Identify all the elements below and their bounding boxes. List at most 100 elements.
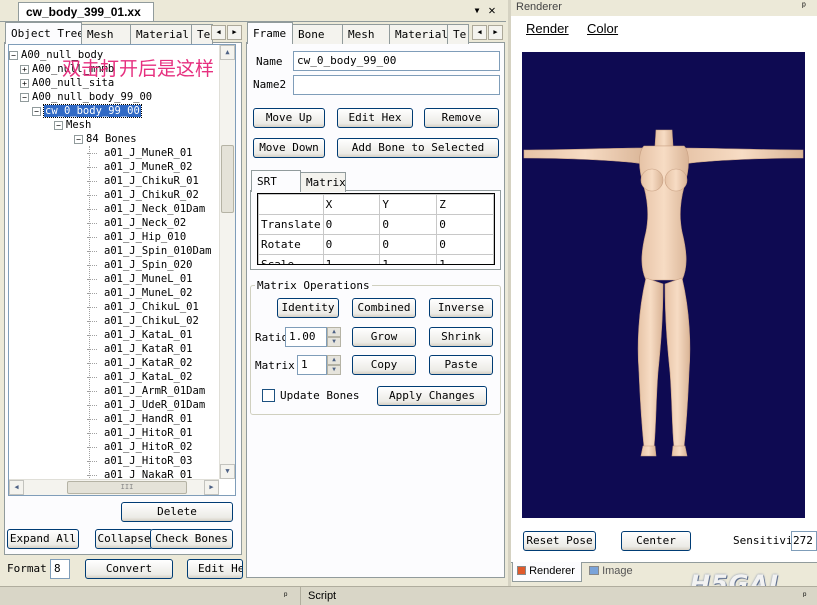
tree-item[interactable]: a01_J_Spin_020 bbox=[104, 258, 193, 272]
name2-input[interactable] bbox=[293, 75, 500, 95]
update-bones-checkbox[interactable] bbox=[262, 389, 275, 402]
ratio-input[interactable]: 1.00 bbox=[285, 327, 327, 347]
tree-item[interactable]: a01_J_MuneL_01 bbox=[104, 272, 193, 286]
expand-all-button[interactable]: Expand All bbox=[7, 529, 79, 549]
convert-button[interactable]: Convert bbox=[85, 559, 173, 579]
render-viewport[interactable] bbox=[522, 52, 805, 518]
copy-button[interactable]: Copy bbox=[352, 355, 416, 375]
tree-item-selected[interactable]: cw_0_body_99_00 bbox=[43, 104, 142, 118]
tree-item[interactable]: a01_J_UdeR_01Dam bbox=[104, 398, 205, 412]
delete-button[interactable]: Delete bbox=[121, 502, 233, 522]
tree-item[interactable]: a01_J_Neck_02 bbox=[104, 216, 186, 230]
identity-button[interactable]: Identity bbox=[277, 298, 339, 318]
ratio-spinner[interactable]: ▲ ▼ bbox=[327, 327, 341, 347]
srt-grid[interactable]: X Y Z Translate 0 0 0 Rotate 0 0 0 Scale… bbox=[257, 193, 495, 265]
menu-render[interactable]: Render bbox=[526, 21, 569, 36]
check-bones-button[interactable]: Check Bones bbox=[150, 529, 233, 549]
object-tree[interactable]: − A00_null_body + A00_null_mnmb + A00_null_si… bbox=[8, 44, 236, 496]
grid-cell[interactable]: 0 bbox=[322, 234, 381, 255]
tab-bone[interactable]: Bone bbox=[292, 24, 343, 44]
tree-expander-icon[interactable]: − bbox=[32, 107, 41, 116]
tree-expander-icon[interactable]: − bbox=[74, 135, 83, 144]
edit-hex-button[interactable]: Edit Hex bbox=[337, 108, 413, 128]
tree-item[interactable]: a01_J_Neck_01Dam bbox=[104, 202, 205, 216]
tree-item[interactable]: a01_J_KataL_01 bbox=[104, 328, 193, 342]
tree-item[interactable]: A00_null_body_99_00 bbox=[32, 90, 152, 104]
close-icon[interactable]: ✕ bbox=[485, 4, 499, 16]
tree-expander-icon[interactable]: − bbox=[54, 121, 63, 130]
matrix-num-input[interactable]: 1 bbox=[297, 355, 327, 375]
add-bone-button[interactable]: Add Bone to Selected bbox=[337, 138, 499, 158]
inverse-button[interactable]: Inverse bbox=[429, 298, 493, 318]
tree-item[interactable]: a01_J_ChikuR_02 bbox=[104, 188, 199, 202]
spin-down-icon[interactable]: ▼ bbox=[327, 337, 341, 347]
script-panel[interactable]: Script bbox=[300, 587, 506, 605]
tree-item[interactable]: a01_J_KataR_01 bbox=[104, 342, 193, 356]
grid-cell[interactable]: 1 bbox=[322, 254, 381, 264]
tab-object-tree[interactable]: Object Tree bbox=[5, 22, 82, 44]
tab-scroll-right-icon[interactable]: ▶ bbox=[227, 25, 242, 40]
scroll-thumb[interactable] bbox=[221, 145, 234, 213]
tree-item[interactable]: a01_J_KataR_02 bbox=[104, 356, 193, 370]
dropdown-icon[interactable]: ▼ bbox=[470, 5, 484, 17]
remove-button[interactable]: Remove bbox=[424, 108, 499, 128]
tab-renderer[interactable]: Renderer bbox=[512, 562, 582, 582]
sensitivity-input[interactable]: 272 bbox=[791, 531, 817, 551]
grid-cell[interactable]: 0 bbox=[322, 214, 381, 235]
tab-scroll-right-icon[interactable]: ▶ bbox=[488, 25, 503, 40]
tree-item[interactable]: a01_J_HitoR_02 bbox=[104, 440, 193, 454]
grid-cell[interactable]: 0 bbox=[379, 214, 438, 235]
grid-cell[interactable]: 1 bbox=[379, 254, 438, 264]
spin-up-icon[interactable]: ▲ bbox=[327, 355, 341, 365]
tab-image[interactable]: Image bbox=[585, 564, 645, 582]
grid-cell[interactable]: 0 bbox=[379, 234, 438, 255]
tab-material-mid[interactable]: Material bbox=[389, 24, 448, 44]
tree-item[interactable]: a01_J_HandR_01 bbox=[104, 412, 193, 426]
pin-icon[interactable]: ᵖ bbox=[803, 590, 806, 600]
tab-mesh[interactable]: Mesh bbox=[81, 24, 131, 44]
edit-hex-left-button[interactable]: Edit He bbox=[187, 559, 243, 579]
menu-color[interactable]: Color bbox=[587, 21, 618, 36]
tree-item[interactable]: a01_J_Hip_010 bbox=[104, 230, 186, 244]
tree-item[interactable]: a01_J_HitoR_01 bbox=[104, 426, 193, 440]
reset-pose-button[interactable]: Reset Pose bbox=[523, 531, 596, 551]
tree-item[interactable]: a01_J_ArmR_01Dam bbox=[104, 384, 205, 398]
tab-texture-mid[interactable]: Te bbox=[447, 24, 469, 44]
scroll-up-icon[interactable]: ▲ bbox=[220, 45, 235, 60]
paste-button[interactable]: Paste bbox=[429, 355, 493, 375]
grid-cell[interactable]: 0 bbox=[436, 234, 494, 255]
tree-item[interactable]: a01_J_ChikuR_01 bbox=[104, 174, 199, 188]
tab-material[interactable]: Material bbox=[130, 24, 192, 44]
move-down-button[interactable]: Move Down bbox=[253, 138, 325, 158]
tab-scroll-left-icon[interactable]: ◀ bbox=[472, 25, 487, 40]
tree-expander-icon[interactable]: + bbox=[20, 79, 29, 88]
tab-scroll-left-icon[interactable]: ◀ bbox=[211, 25, 226, 40]
grid-cell[interactable]: 0 bbox=[436, 214, 494, 235]
document-tab[interactable]: cw_body_399_01.xx bbox=[18, 2, 154, 22]
center-button[interactable]: Center bbox=[621, 531, 691, 551]
tree-expander-icon[interactable]: − bbox=[20, 93, 29, 102]
tab-srt[interactable]: SRT bbox=[251, 170, 301, 192]
tree-hscroll[interactable]: ◀ III ▶ bbox=[9, 479, 219, 495]
pin-icon[interactable]: ᵖ bbox=[284, 590, 287, 600]
apply-changes-button[interactable]: Apply Changes bbox=[377, 386, 487, 406]
tab-mesh-mid[interactable]: Mesh bbox=[342, 24, 390, 44]
format-input[interactable]: 8 bbox=[50, 559, 70, 579]
spin-down-icon[interactable]: ▼ bbox=[327, 365, 341, 375]
tree-item[interactable]: a01_J_ChikuL_02 bbox=[104, 314, 199, 328]
grid-cell[interactable]: 1 bbox=[436, 254, 494, 264]
matrix-num-spinner[interactable]: ▲ ▼ bbox=[327, 355, 341, 375]
name-input[interactable]: cw_0_body_99_00 bbox=[293, 51, 500, 71]
scroll-right-icon[interactable]: ▶ bbox=[204, 480, 219, 495]
tree-item[interactable]: a01_J_MuneR_01 bbox=[104, 146, 193, 160]
combined-button[interactable]: Combined bbox=[352, 298, 416, 318]
tree-item[interactable]: a01_J_KataL_02 bbox=[104, 370, 193, 384]
tree-item[interactable]: Mesh bbox=[66, 118, 91, 132]
scroll-left-icon[interactable]: ◀ bbox=[9, 480, 24, 495]
scroll-down-icon[interactable]: ▼ bbox=[220, 464, 235, 479]
grow-button[interactable]: Grow bbox=[352, 327, 416, 347]
tree-item[interactable]: a01_J_MuneL_02 bbox=[104, 286, 193, 300]
move-up-button[interactable]: Move Up bbox=[253, 108, 325, 128]
tree-vscroll[interactable]: ▲ ▼ bbox=[219, 45, 235, 479]
tab-frame[interactable]: Frame bbox=[247, 22, 293, 44]
